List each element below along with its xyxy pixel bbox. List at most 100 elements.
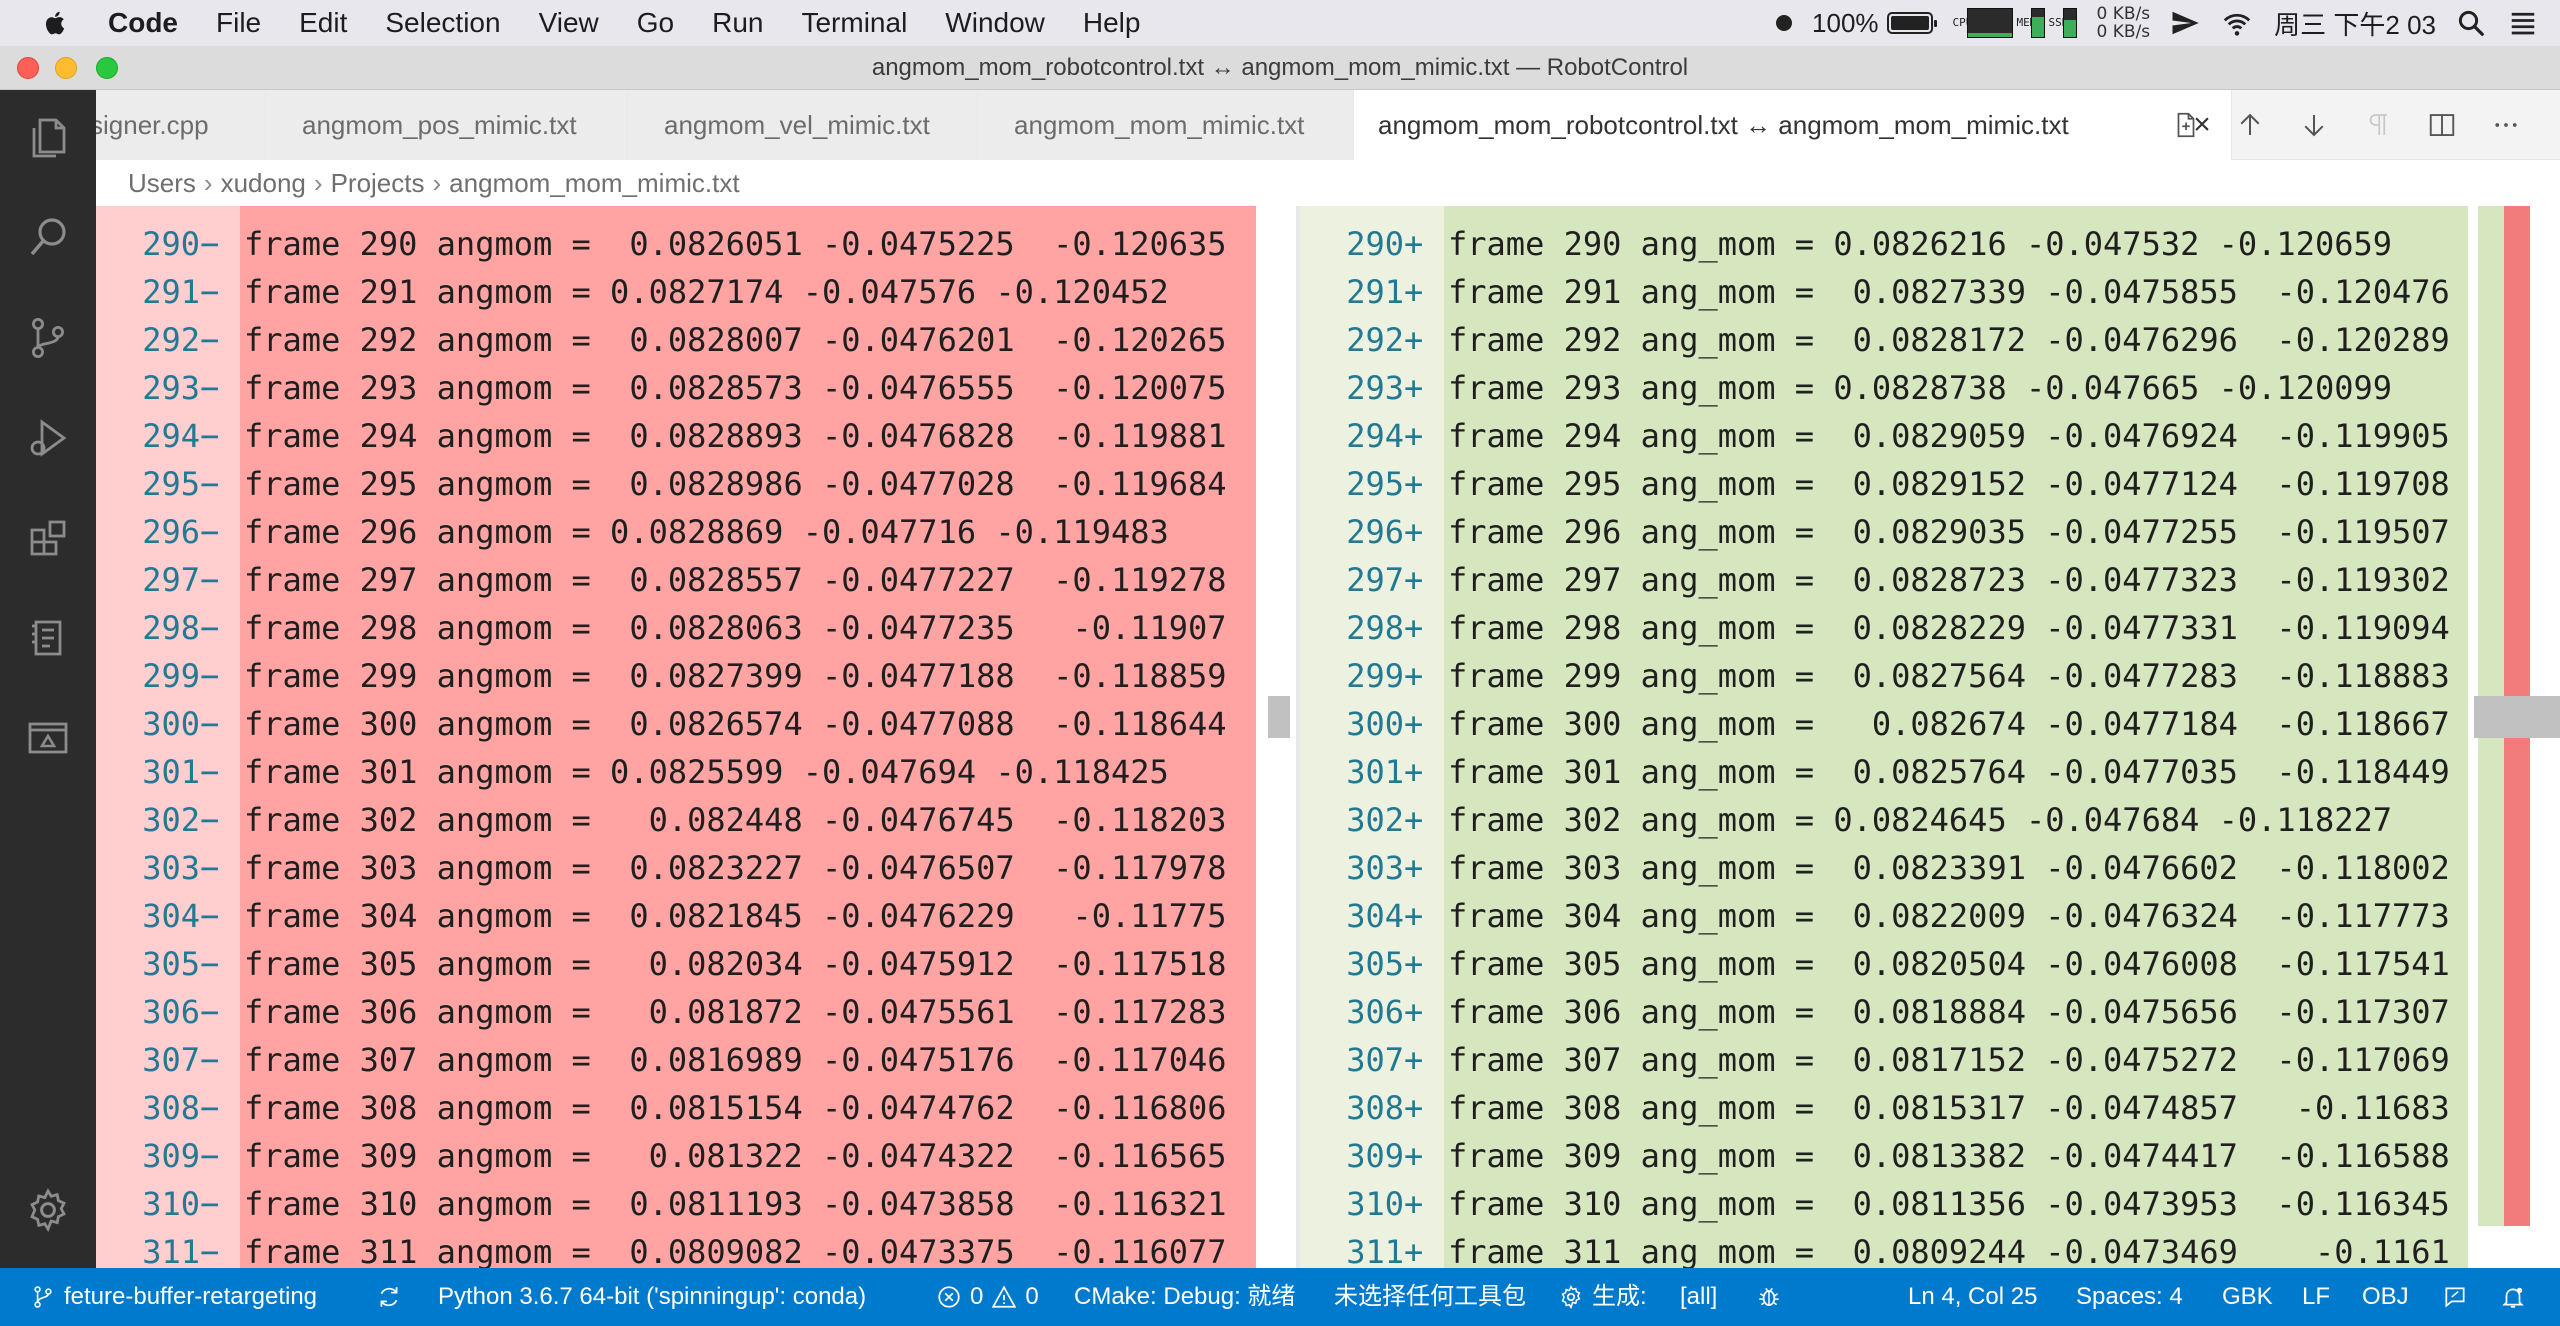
debug-bug-icon[interactable] (1756, 1268, 1782, 1326)
code-line[interactable]: frame 306 ang_mom = 0.0818884 -0.0475656… (1444, 988, 2450, 1036)
breadcrumb-item-users[interactable]: Users (128, 168, 196, 199)
explorer-icon[interactable] (0, 90, 96, 186)
record-dot-icon[interactable] (1766, 0, 1802, 46)
code-line[interactable]: frame 298 ang_mom = 0.0828229 -0.0477331… (1444, 604, 2450, 652)
open-file-icon[interactable] (2154, 90, 2218, 160)
network-speed[interactable]: 0 KB/s 0 KB/s (2087, 0, 2161, 46)
menu-terminal[interactable]: Terminal (782, 0, 926, 46)
code-line[interactable]: frame 292 angmom = 0.0828007 -0.0476201 … (240, 316, 1227, 364)
editor-content[interactable]: frame 290 angmom = 0.0826051 -0.0475225 … (240, 206, 1256, 1268)
next-change-icon[interactable] (2282, 90, 2346, 160)
code-line[interactable]: frame 296 angmom = 0.0828869 -0.047716 -… (240, 508, 1169, 556)
code-line[interactable]: frame 299 ang_mom = 0.0827564 -0.0477283… (1444, 652, 2450, 700)
left-scrollbar[interactable] (1256, 206, 1296, 1268)
code-line[interactable]: frame 293 angmom = 0.0828573 -0.0476555 … (240, 364, 1227, 412)
language-mode[interactable]: OBJ (2362, 1268, 2409, 1326)
file-encoding[interactable]: GBK (2222, 1268, 2273, 1326)
apple-icon[interactable] (26, 0, 86, 46)
code-line[interactable]: frame 304 angmom = 0.0821845 -0.0476229 … (240, 892, 1227, 940)
indentation[interactable]: Spaces: 4 (2076, 1268, 2183, 1326)
code-line[interactable]: frame 305 ang_mom = 0.0820504 -0.0476008… (1444, 940, 2450, 988)
diff-original-editor[interactable]: 290−291−292−293−294−295−296−297−298−299−… (96, 206, 1296, 1268)
menu-selection[interactable]: Selection (366, 0, 519, 46)
run-debug-icon[interactable] (0, 390, 96, 486)
menu-app-code[interactable]: Code (86, 0, 197, 46)
tab-signer-cpp[interactable]: signer.cpp (96, 90, 266, 160)
problems-status[interactable]: 0 0 (936, 1268, 1039, 1326)
cmake-kit[interactable]: 未选择任何工具包 (1334, 1268, 1526, 1326)
code-line[interactable]: frame 302 ang_mom = 0.0824645 -0.047684 … (1444, 796, 2392, 844)
code-line[interactable]: frame 297 ang_mom = 0.0828723 -0.0477323… (1444, 556, 2450, 604)
code-line[interactable]: frame 307 ang_mom = 0.0817152 -0.0475272… (1444, 1036, 2450, 1084)
menu-edit[interactable]: Edit (280, 0, 366, 46)
breadcrumb-item-projects[interactable]: Projects (331, 168, 425, 199)
python-interpreter[interactable]: Python 3.6.7 64-bit ('spinningup': conda… (438, 1268, 866, 1326)
diff-modified-editor[interactable]: 290 +291 +292 +293 +294 +295 +296 +297 +298 +299 +… (1300, 206, 2560, 1268)
code-line[interactable]: frame 290 angmom = 0.0826051 -0.0475225 … (240, 220, 1227, 268)
code-line[interactable]: frame 294 ang_mom = 0.0829059 -0.0476924… (1444, 412, 2450, 460)
code-line[interactable]: frame 296 ang_mom = 0.0829035 -0.0477255… (1444, 508, 2450, 556)
menu-go[interactable]: Go (618, 0, 693, 46)
settings-gear-icon[interactable] (0, 1162, 96, 1258)
testing-icon[interactable] (0, 590, 96, 686)
source-control-icon[interactable] (0, 290, 96, 386)
end-of-line[interactable]: LF (2302, 1268, 2330, 1326)
code-line[interactable]: frame 300 ang_mom = 0.082674 -0.0477184 … (1444, 700, 2450, 748)
tab-diff-active[interactable]: angmom_mom_robotcontrol.txt ↔ angmom_mom… (1354, 90, 2232, 160)
remote-explorer-icon[interactable] (0, 690, 96, 786)
code-line[interactable]: frame 303 ang_mom = 0.0823391 -0.0476602… (1444, 844, 2450, 892)
code-line[interactable]: frame 290 ang_mom = 0.0826216 -0.047532 … (1444, 220, 2392, 268)
clock[interactable]: 周三 下午2 03 (2264, 0, 2446, 46)
code-line[interactable]: frame 310 angmom = 0.0811193 -0.0473858 … (240, 1180, 1227, 1228)
code-line[interactable]: frame 305 angmom = 0.082034 -0.0475912 -… (240, 940, 1227, 988)
code-line[interactable]: frame 311 angmom = 0.0809082 -0.0473375 … (240, 1228, 1227, 1268)
code-line[interactable]: frame 302 angmom = 0.082448 -0.0476745 -… (240, 796, 1227, 844)
code-line[interactable]: frame 298 angmom = 0.0828063 -0.0477235 … (240, 604, 1227, 652)
show-whitespace-icon[interactable] (2346, 90, 2410, 160)
feedback-icon[interactable] (2442, 1268, 2468, 1326)
diff-overview-ruler[interactable] (2468, 206, 2560, 1268)
code-line[interactable]: frame 309 ang_mom = 0.0813382 -0.0474417… (1444, 1132, 2450, 1180)
code-line[interactable]: frame 291 angmom = 0.0827174 -0.047576 -… (240, 268, 1169, 316)
code-line[interactable]: frame 291 ang_mom = 0.0827339 -0.0475855… (1444, 268, 2450, 316)
menu-window[interactable]: Window (926, 0, 1064, 46)
scrollbar-thumb[interactable] (2474, 696, 2560, 738)
split-editor-icon[interactable] (2410, 90, 2474, 160)
scrollbar-thumb[interactable] (1268, 696, 1290, 738)
tab-angmom-pos-mimic[interactable]: angmom_pos_mimic.txt (266, 90, 628, 160)
cursor-position[interactable]: Ln 4, Col 25 (1908, 1268, 2037, 1326)
menu-file[interactable]: File (197, 0, 280, 46)
extensions-icon[interactable] (0, 490, 96, 586)
code-line[interactable]: frame 294 angmom = 0.0828893 -0.0476828 … (240, 412, 1227, 460)
code-line[interactable]: frame 307 angmom = 0.0816989 -0.0475176 … (240, 1036, 1227, 1084)
send-icon[interactable] (2160, 0, 2210, 46)
cmake-build[interactable]: 生成: (1558, 1268, 1647, 1326)
code-line[interactable]: frame 308 angmom = 0.0815154 -0.0474762 … (240, 1084, 1227, 1132)
notifications-bell-icon[interactable] (2500, 1268, 2526, 1326)
tab-angmom-vel-mimic[interactable]: angmom_vel_mimic.txt (628, 90, 978, 160)
breadcrumb-item-file[interactable]: angmom_mom_mimic.txt (449, 168, 739, 199)
sync-icon[interactable] (376, 1268, 402, 1326)
code-line[interactable]: frame 304 ang_mom = 0.0822009 -0.0476324… (1444, 892, 2450, 940)
code-line[interactable]: frame 301 angmom = 0.0825599 -0.047694 -… (240, 748, 1169, 796)
previous-change-icon[interactable] (2218, 90, 2282, 160)
code-line[interactable]: frame 310 ang_mom = 0.0811356 -0.0473953… (1444, 1180, 2450, 1228)
control-center-icon[interactable] (2496, 0, 2560, 46)
code-line[interactable]: frame 300 angmom = 0.0826574 -0.0477088 … (240, 700, 1227, 748)
code-line[interactable]: frame 308 ang_mom = 0.0815317 -0.0474857… (1444, 1084, 2450, 1132)
cpu-meter[interactable]: CPU MEM SSD (1943, 0, 2087, 46)
code-line[interactable]: frame 297 angmom = 0.0828557 -0.0477227 … (240, 556, 1227, 604)
more-actions-icon[interactable] (2474, 90, 2538, 160)
menu-run[interactable]: Run (693, 0, 782, 46)
code-line[interactable]: frame 292 ang_mom = 0.0828172 -0.0476296… (1444, 316, 2450, 364)
cmake-status[interactable]: CMake: Debug: 就绪 (1074, 1268, 1295, 1326)
code-line[interactable]: frame 295 ang_mom = 0.0829152 -0.0477124… (1444, 460, 2450, 508)
code-line[interactable]: frame 303 angmom = 0.0823227 -0.0476507 … (240, 844, 1227, 892)
code-line[interactable]: frame 293 ang_mom = 0.0828738 -0.047665 … (1444, 364, 2392, 412)
tab-angmom-mom-mimic[interactable]: angmom_mom_mimic.txt (978, 90, 1354, 160)
code-line[interactable]: frame 309 angmom = 0.081322 -0.0474322 -… (240, 1132, 1227, 1180)
code-line[interactable]: frame 311 ang_mom = 0.0809244 -0.0473469… (1444, 1228, 2450, 1268)
editor-content[interactable]: frame 290 ang_mom = 0.0826216 -0.047532 … (1444, 206, 2468, 1268)
search-icon[interactable] (0, 190, 96, 286)
code-line[interactable]: frame 295 angmom = 0.0828986 -0.0477028 … (240, 460, 1227, 508)
